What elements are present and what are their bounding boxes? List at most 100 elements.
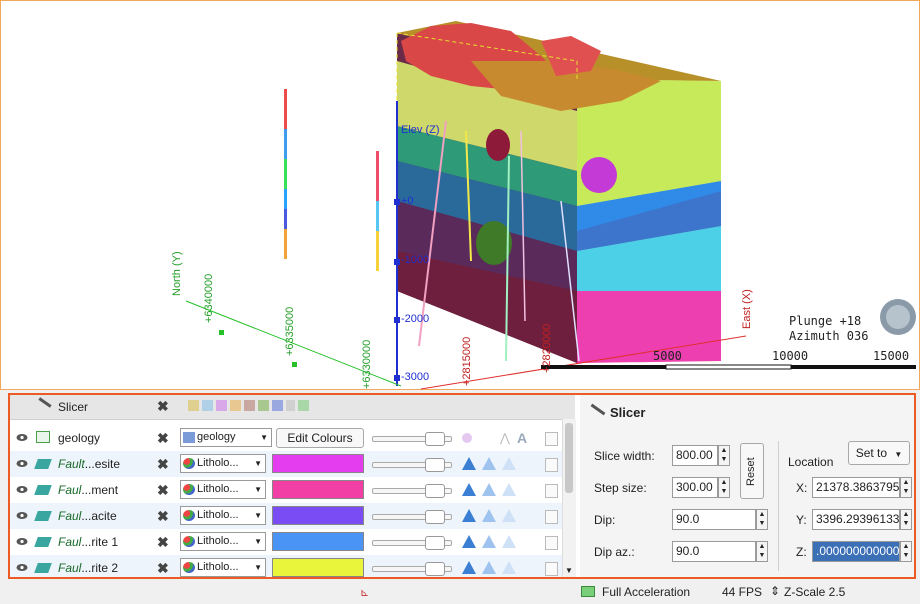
edit-colours-button[interactable]: Edit Colours	[276, 428, 364, 448]
remove-icon[interactable]: ✖	[157, 560, 169, 577]
object-row[interactable]: Faul...rite 1 ✖ Litholo... ▼	[10, 529, 562, 555]
shading-light-icon[interactable]	[482, 483, 496, 496]
colour-by-dropdown[interactable]: geology ▼	[180, 428, 272, 447]
eye-icon[interactable]	[16, 537, 28, 546]
object-row[interactable]: Faul...acite ✖ Litholo... ▼	[10, 503, 562, 529]
wireframe-icon[interactable]: ⋀	[500, 431, 510, 445]
dip-input[interactable]: 90.0	[672, 509, 756, 530]
object-row[interactable]: Fault...esite ✖ Litholo... ▼	[10, 451, 562, 477]
object-row[interactable]: geology ✖ geology ▼ Edit Colours ⋀ A	[10, 425, 562, 451]
set-to-button[interactable]: Set to ▼	[848, 441, 910, 465]
shading-solid-icon[interactable]	[462, 535, 476, 548]
eye-icon[interactable]	[16, 511, 28, 520]
colour-by-dropdown[interactable]: Litholo... ▼	[180, 532, 266, 551]
lock-icon[interactable]	[286, 400, 295, 411]
shading-light-icon[interactable]	[482, 457, 496, 470]
view-icon-1[interactable]	[188, 400, 199, 411]
shading-light-icon[interactable]	[482, 561, 496, 574]
toolbar-icons[interactable]	[188, 400, 348, 414]
shading-faint-icon[interactable]	[502, 483, 516, 496]
properties-icon[interactable]	[545, 432, 558, 446]
letter-a-icon[interactable]: A	[517, 430, 527, 446]
colour-by-dropdown[interactable]: Litholo... ▼	[180, 506, 266, 525]
shading-solid-icon[interactable]	[462, 483, 476, 496]
colour-by-dropdown[interactable]: Litholo... ▼	[180, 480, 266, 499]
reset-button[interactable]: Reset	[740, 443, 764, 499]
view-icon-7[interactable]	[272, 400, 283, 411]
shading-faint-icon[interactable]	[502, 457, 516, 470]
view-icon-2[interactable]	[202, 400, 213, 411]
view-icon-6[interactable]	[258, 400, 269, 411]
eye-icon[interactable]	[16, 433, 28, 442]
scroll-down-icon[interactable]: ▼	[565, 566, 573, 575]
slider-thumb[interactable]	[425, 562, 445, 576]
object-row[interactable]: Faul...ment ✖ Litholo... ▼	[10, 477, 562, 503]
remove-icon[interactable]: ✖	[157, 534, 169, 551]
y-location-spinner[interactable]: ▲ ▼	[900, 509, 912, 530]
shading-light-icon[interactable]	[482, 535, 496, 548]
view-icon-5[interactable]	[244, 400, 255, 411]
z-location-spinner[interactable]: ▲ ▼	[900, 541, 912, 562]
shading-faint-icon[interactable]	[502, 561, 516, 574]
z-location-input[interactable]: .0000000000002	[812, 541, 900, 562]
properties-icon[interactable]	[545, 562, 558, 576]
view-icon-4[interactable]	[230, 400, 241, 411]
objects-scrollbar[interactable]: ▼	[562, 419, 576, 577]
dip-az-spinner[interactable]: ▲ ▼	[756, 541, 768, 562]
x-location-input[interactable]: 21378.38637952	[812, 477, 900, 498]
properties-icon[interactable]	[545, 536, 558, 550]
colour-swatch[interactable]	[272, 532, 364, 551]
eye-icon[interactable]	[16, 459, 28, 468]
slider-thumb[interactable]	[425, 510, 445, 524]
opacity-slider[interactable]	[372, 510, 452, 524]
shading-solid-icon[interactable]	[462, 561, 476, 574]
y-location-input[interactable]: 3396.293961331	[812, 509, 900, 530]
x-location-spinner[interactable]: ▲ ▼	[900, 477, 912, 498]
filter-icon[interactable]	[298, 400, 309, 411]
colour-swatch[interactable]	[272, 480, 364, 499]
opacity-slider[interactable]	[372, 458, 452, 472]
zscale-readout[interactable]: Z-Scale 2.5	[784, 585, 845, 599]
colour-swatch[interactable]	[272, 558, 364, 577]
properties-icon[interactable]	[545, 484, 558, 498]
dip-az-input[interactable]: 90.0	[672, 541, 756, 562]
remove-icon[interactable]: ✖	[157, 508, 169, 525]
slider-thumb[interactable]	[425, 536, 445, 550]
properties-icon[interactable]	[545, 458, 558, 472]
object-row[interactable]: Faul...rite 2 ✖ Litholo... ▼	[10, 555, 562, 577]
opacity-slider[interactable]	[372, 484, 452, 498]
eye-icon[interactable]	[16, 485, 28, 494]
shading-solid-icon[interactable]	[462, 457, 476, 470]
slice-width-spinner[interactable]: ▲ ▼	[718, 445, 730, 466]
view-icon-3[interactable]	[216, 400, 227, 411]
dip-spinner[interactable]: ▲ ▼	[756, 509, 768, 530]
colour-by-dropdown[interactable]: Litholo... ▼	[180, 454, 266, 473]
shading-light-icon[interactable]	[482, 509, 496, 522]
opacity-slider[interactable]	[372, 432, 452, 446]
remove-icon[interactable]: ✖	[157, 456, 169, 473]
azimuth-readout: Azimuth 036	[789, 329, 869, 343]
slider-thumb[interactable]	[425, 458, 445, 472]
step-size-input[interactable]: 300.00	[672, 477, 718, 498]
remove-all-icon[interactable]: ✖	[157, 398, 169, 415]
slice-width-input[interactable]: 800.00	[672, 445, 718, 466]
opacity-slider[interactable]	[372, 562, 452, 576]
slider-thumb[interactable]	[425, 484, 445, 498]
colour-swatch[interactable]	[272, 506, 364, 525]
slider-thumb[interactable]	[425, 432, 445, 446]
shading-faint-icon[interactable]	[502, 509, 516, 522]
colour-swatch[interactable]	[272, 454, 364, 473]
shading-faint-icon[interactable]	[502, 535, 516, 548]
scrollbar-thumb[interactable]	[565, 423, 573, 493]
opacity-slider[interactable]	[372, 536, 452, 550]
properties-icon[interactable]	[545, 510, 558, 524]
remove-icon[interactable]: ✖	[157, 430, 169, 447]
step-size-spinner[interactable]: ▲ ▼	[718, 477, 730, 498]
acceleration-status[interactable]: Full Acceleration	[602, 585, 690, 599]
shading-icon[interactable]	[462, 433, 472, 443]
colour-by-dropdown[interactable]: Litholo... ▼	[180, 558, 266, 577]
scene-viewport[interactable]: Elev (Z) +0 -1000 -2000 -3000 North (Y) …	[0, 0, 920, 390]
shading-solid-icon[interactable]	[462, 509, 476, 522]
eye-icon[interactable]	[16, 563, 28, 572]
remove-icon[interactable]: ✖	[157, 482, 169, 499]
